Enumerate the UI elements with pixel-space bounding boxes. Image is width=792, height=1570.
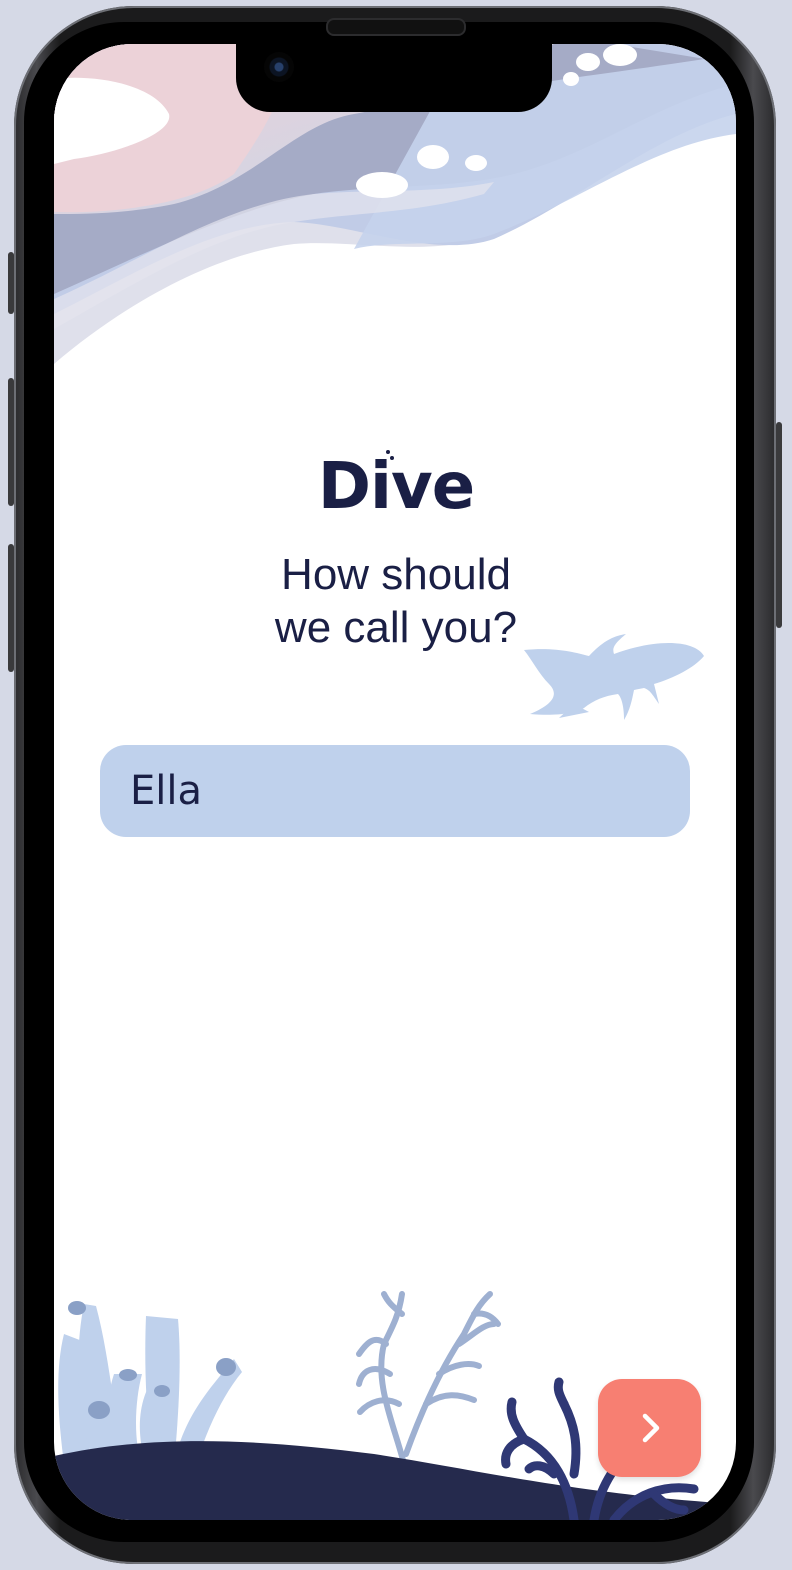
chevron-right-icon — [642, 1413, 659, 1443]
question-line-2: we call you? — [274, 603, 518, 652]
speaker-grille — [326, 18, 466, 36]
coral-left-decoration — [58, 1301, 242, 1464]
name-input[interactable] — [100, 745, 690, 837]
seaweed-decoration — [356, 1291, 501, 1467]
name-question-heading: How should we call you? — [0, 548, 792, 654]
bubbles-icon — [386, 450, 394, 460]
question-line-1: How should — [281, 550, 511, 599]
camera-lens — [264, 52, 294, 82]
silent-switch — [8, 252, 14, 314]
next-button[interactable] — [598, 1379, 701, 1477]
